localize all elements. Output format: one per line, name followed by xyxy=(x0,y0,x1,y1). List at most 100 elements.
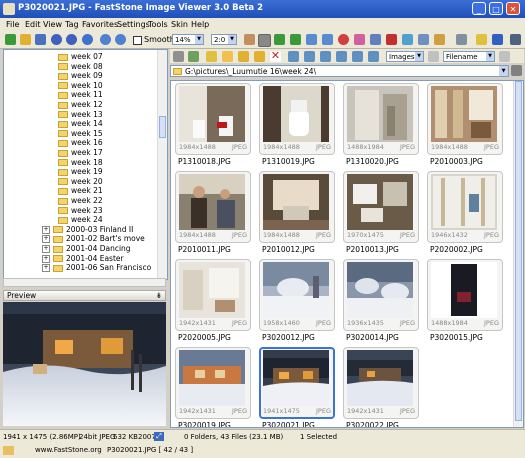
effects-icon[interactable] xyxy=(370,34,381,45)
folder-tree[interactable]: week 07 week 08 week 09 week 10 week 11 week … xyxy=(3,49,168,280)
resize-icon[interactable] xyxy=(322,34,333,45)
thumbnail-item[interactable]: 1936x1435 JPEG P3020014.JPG xyxy=(343,259,419,343)
copy-to-icon[interactable] xyxy=(238,51,249,62)
forward-icon[interactable] xyxy=(66,34,77,45)
email-icon[interactable] xyxy=(434,34,445,45)
tree-item[interactable]: week 22 xyxy=(58,196,103,206)
tree-item[interactable]: week 07 xyxy=(58,52,103,62)
tree-item[interactable]: week 14 xyxy=(58,119,103,129)
grid-scrollbar[interactable] xyxy=(513,81,523,427)
tree-item[interactable]: week 17 xyxy=(58,148,103,158)
tree-item[interactable]: week 12 xyxy=(58,100,103,110)
sort-select[interactable]: Filename ▼ xyxy=(443,51,495,62)
up-folder-icon[interactable] xyxy=(173,51,184,62)
select-icon[interactable] xyxy=(258,34,271,47)
menu-view[interactable]: View xyxy=(43,20,62,29)
thumbnail-item[interactable]: 1946x1432 JPEG P2020002.JPG xyxy=(427,171,503,255)
scrollbar-thumb[interactable] xyxy=(159,116,166,138)
fit-icon[interactable]: ⤢ xyxy=(154,432,164,441)
tree-item[interactable]: week 13 xyxy=(58,110,103,120)
tree-item[interactable]: week 08 xyxy=(58,62,103,72)
ratio-select[interactable]: 2:0 ▼ xyxy=(211,34,237,45)
expand-icon[interactable]: + xyxy=(42,254,50,263)
smooth-checkbox[interactable] xyxy=(133,36,142,45)
tree-hscrollbar[interactable] xyxy=(3,278,166,287)
thumbnail-item[interactable]: 1984x1488 JPEG P2010003.JPG xyxy=(427,83,503,167)
list-icon[interactable] xyxy=(320,51,331,62)
expand-icon[interactable]: + xyxy=(42,264,50,273)
prev-icon[interactable] xyxy=(82,34,93,45)
exit-icon[interactable] xyxy=(510,34,521,45)
zoom-in-icon[interactable] xyxy=(100,34,111,45)
large-thumbnails-icon[interactable] xyxy=(352,51,363,62)
menu-tools[interactable]: Tools xyxy=(148,20,168,29)
zoom-out-icon[interactable] xyxy=(115,34,126,45)
menu-file[interactable]: File xyxy=(6,20,19,29)
details-icon[interactable] xyxy=(304,51,315,62)
grid-icon[interactable] xyxy=(368,51,379,62)
tree-item[interactable]: week 10 xyxy=(58,81,103,91)
thumbnail-item[interactable]: 1942x1431 JPEG P3020019.JPG xyxy=(175,347,251,427)
tree-item[interactable]: week 20 xyxy=(58,177,103,187)
tree-scrollbar[interactable] xyxy=(157,50,167,279)
app-icon[interactable] xyxy=(3,3,15,15)
help-icon[interactable] xyxy=(492,34,503,45)
tree-item[interactable]: +2001-02 Bart's move xyxy=(42,234,145,244)
redeye-icon[interactable] xyxy=(338,34,349,45)
chevron-down-icon[interactable]: ▼ xyxy=(499,66,508,76)
move-to-icon[interactable] xyxy=(254,51,265,62)
thumbnail-item[interactable]: 1984x1488 JPEG P2010012.JPG xyxy=(259,171,335,255)
refresh-icon[interactable] xyxy=(188,51,199,62)
thumbnail-item[interactable]: 1942x1431 JPEG P2020005.JPG xyxy=(175,259,251,343)
menu-help[interactable]: Help xyxy=(191,20,209,29)
tree-item[interactable]: week 09 xyxy=(58,71,103,81)
print-icon[interactable] xyxy=(456,34,467,45)
collapse-icon[interactable]: ⇟ xyxy=(156,291,162,301)
thumbnail-item[interactable]: 1941x1475 JPEG P3020021.JPG xyxy=(259,347,335,427)
rotate-right-icon[interactable] xyxy=(290,34,301,45)
menu-favorites[interactable]: Favorites xyxy=(82,20,118,29)
menu-settings[interactable]: Settings xyxy=(117,20,150,29)
expand-icon[interactable]: + xyxy=(42,245,50,253)
folder-icon[interactable] xyxy=(20,34,31,45)
hand-icon[interactable] xyxy=(244,34,255,45)
thumbnail-item[interactable]: 1984x1488 JPEG P1310018.JPG xyxy=(175,83,251,167)
tree-item[interactable]: week 19 xyxy=(58,167,103,177)
settings-icon[interactable] xyxy=(476,34,487,45)
thumbnail-item[interactable]: 1488x1984 JPEG P1310020.JPG xyxy=(343,83,419,167)
fullscreen-icon[interactable] xyxy=(402,34,413,45)
delete-icon[interactable]: ✕ xyxy=(270,50,281,62)
filter-icon[interactable] xyxy=(428,51,439,62)
tree-item[interactable]: +2001-06 San Francisco xyxy=(42,263,151,273)
color-icon[interactable] xyxy=(354,34,365,45)
thumbnail-item[interactable]: 1984x1488 JPEG P2010011.JPG xyxy=(175,171,251,255)
compare-icon[interactable] xyxy=(418,34,429,45)
zoom-select[interactable]: 14% ▼ xyxy=(172,34,204,45)
tree-item[interactable]: week 21 xyxy=(58,186,103,196)
sort-order-icon[interactable] xyxy=(499,51,510,62)
tree-item[interactable]: week 23 xyxy=(58,206,103,216)
thumbnail-item[interactable]: 1942x1431 JPEG P3020022.JPG xyxy=(343,347,419,427)
website-link[interactable]: www.FastStone.org xyxy=(35,443,102,458)
go-icon[interactable] xyxy=(511,65,522,76)
title-bar[interactable]: P3020021.JPG - FastStone Image Viewer 3.… xyxy=(0,0,525,18)
view-icon[interactable] xyxy=(288,51,299,62)
menu-skin[interactable]: Skin xyxy=(171,20,188,29)
tree-item[interactable]: week 15 xyxy=(58,129,103,139)
file-type-select[interactable]: Images ▼ xyxy=(386,51,424,62)
open-icon[interactable] xyxy=(5,34,16,45)
menu-edit[interactable]: Edit xyxy=(25,20,41,29)
thumbnail-grid[interactable]: 1984x1488 JPEG P1310018.JPG 1984x1488 JPEG P1… xyxy=(170,80,524,428)
expand-icon[interactable]: + xyxy=(42,235,50,244)
thumbnail-item[interactable]: 1958x1460 JPEG P3020012.JPG xyxy=(259,259,335,343)
save-icon[interactable] xyxy=(35,34,46,45)
scrollbar-thumb[interactable] xyxy=(515,81,522,421)
tree-item[interactable]: +2001-04 Easter xyxy=(42,254,124,264)
tree-item[interactable]: +2000-03 Finland II xyxy=(42,225,133,235)
new-folder-icon[interactable] xyxy=(222,51,233,62)
tree-item[interactable]: +2001-04 Dancing xyxy=(42,244,131,254)
favorite-icon[interactable] xyxy=(206,51,217,62)
tree-item[interactable]: week 18 xyxy=(58,158,103,168)
tree-item[interactable]: week 11 xyxy=(58,90,103,100)
expand-icon[interactable]: + xyxy=(42,225,50,234)
